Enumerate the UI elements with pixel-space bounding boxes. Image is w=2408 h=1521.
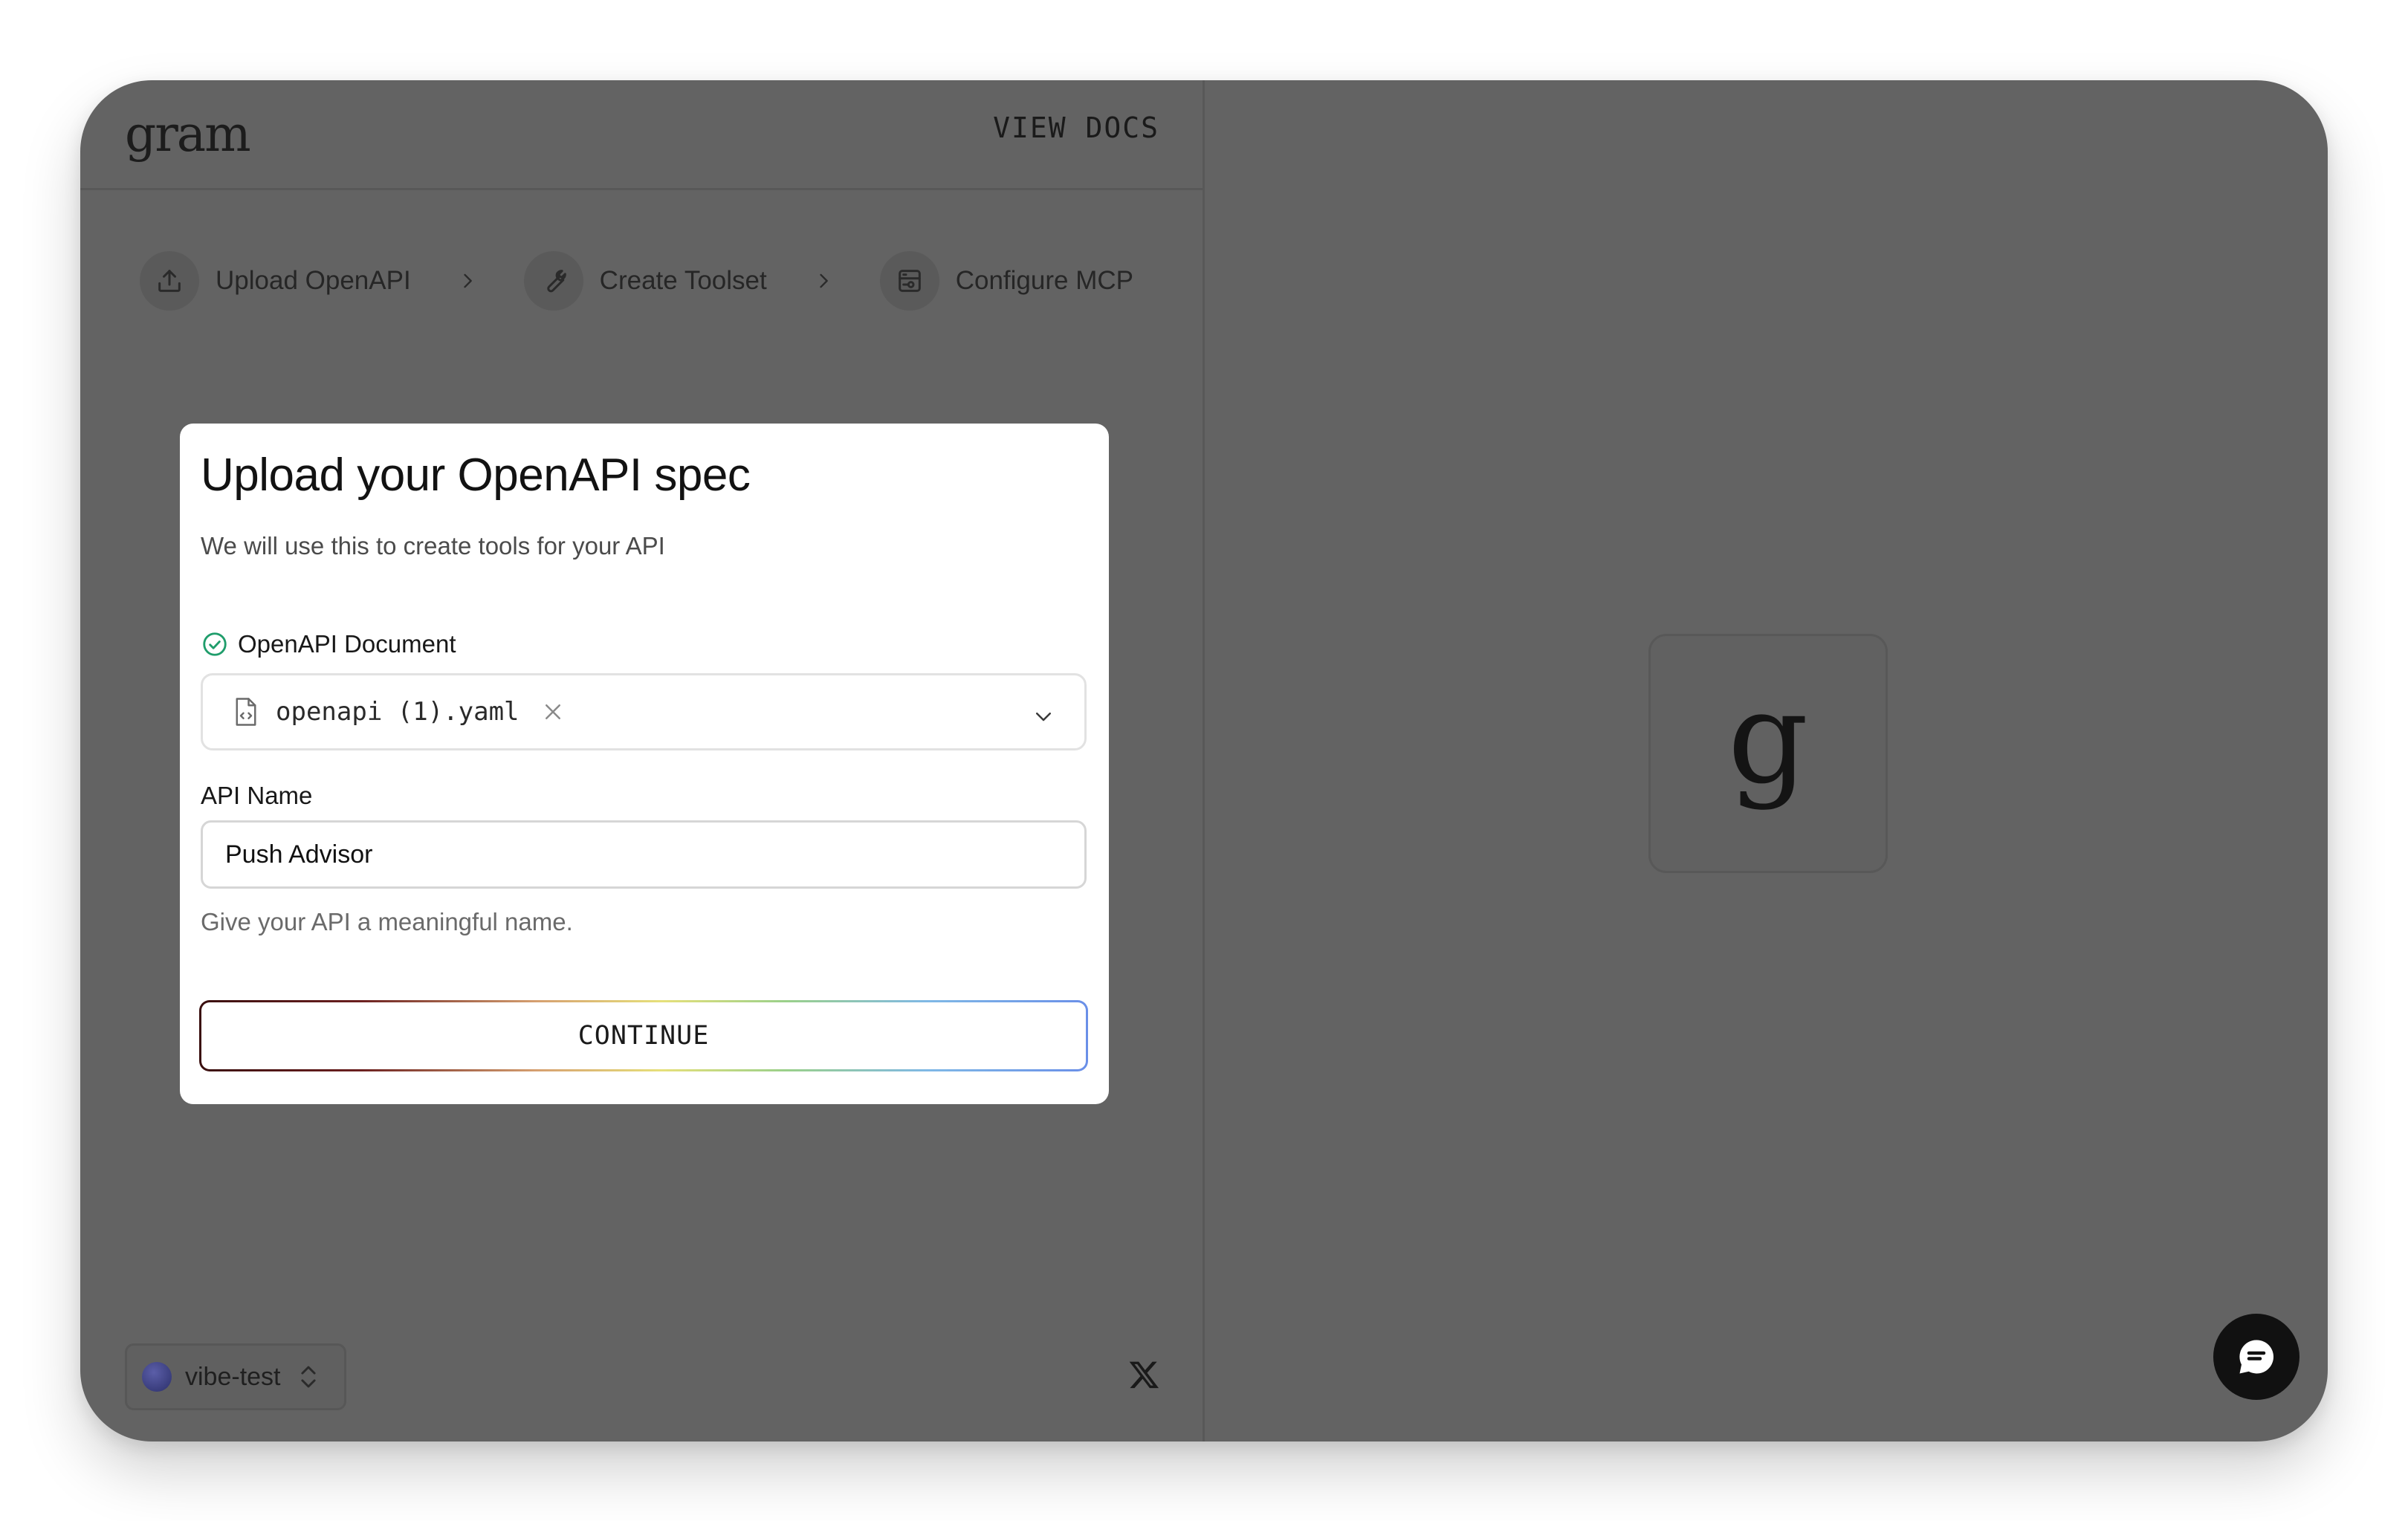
workspace-switcher[interactable]: vibe-test (125, 1343, 346, 1410)
chat-icon (2239, 1340, 2274, 1374)
api-name-help-text: Give your API a meaningful name. (201, 908, 573, 935)
api-name-input[interactable] (201, 820, 1087, 889)
gram-mark: g (1727, 665, 1809, 812)
step-upload-openapi[interactable]: Upload OpenAPI (140, 251, 411, 311)
workspace-avatar (142, 1362, 172, 1392)
upload-icon (140, 251, 199, 311)
app-window: gram VIEW DOCS Upload OpenAPI Create Too… (80, 80, 2328, 1441)
chevron-down-icon[interactable] (1032, 705, 1055, 727)
chevron-up-down-icon (300, 1366, 316, 1388)
field-label: OpenAPI Document (238, 630, 456, 658)
chevron-right-icon (464, 273, 472, 288)
x-logo-icon[interactable] (1128, 1358, 1161, 1391)
step-create-toolset[interactable]: Create Toolset (523, 251, 767, 311)
openapi-document-label: OpenAPI Document (201, 630, 456, 658)
step-label: Configure MCP (955, 266, 1133, 295)
api-name-label: API Name (201, 782, 313, 809)
header: gram VIEW DOCS (80, 80, 1203, 190)
server-icon (879, 251, 939, 311)
check-circle-icon (203, 632, 227, 656)
step-configure-mcp[interactable]: Configure MCP (879, 251, 1133, 311)
preview-pane: g (1205, 80, 2328, 1441)
gram-mark-tile: g (1648, 634, 1888, 873)
card-subtitle: We will use this to create tools for you… (201, 532, 665, 560)
continue-button[interactable]: CONTINUE (201, 1002, 1086, 1069)
chevron-right-icon (820, 273, 828, 288)
step-label: Create Toolset (599, 266, 767, 295)
gram-logo[interactable]: gram (125, 106, 251, 163)
close-icon[interactable] (542, 701, 564, 723)
workspace-name: vibe-test (185, 1362, 281, 1391)
left-pane: gram VIEW DOCS Upload OpenAPI Create Too… (80, 80, 1203, 1441)
code-file-icon (236, 698, 256, 726)
onboarding-steps: Upload OpenAPI Create Toolset Configure … (140, 250, 1133, 312)
step-label: Upload OpenAPI (216, 266, 411, 295)
upload-card: Upload your OpenAPI spec We will use thi… (180, 424, 1109, 1104)
card-title: Upload your OpenAPI spec (201, 450, 751, 501)
openapi-file-select[interactable]: openapi (1).yaml (201, 673, 1087, 750)
continue-button-border[interactable]: CONTINUE (199, 1000, 1088, 1071)
selected-file-name: openapi (1).yaml (276, 697, 520, 727)
chat-support-button[interactable] (2213, 1314, 2299, 1400)
wrench-icon (523, 251, 583, 311)
view-docs-button[interactable]: VIEW DOCS (993, 111, 1159, 144)
